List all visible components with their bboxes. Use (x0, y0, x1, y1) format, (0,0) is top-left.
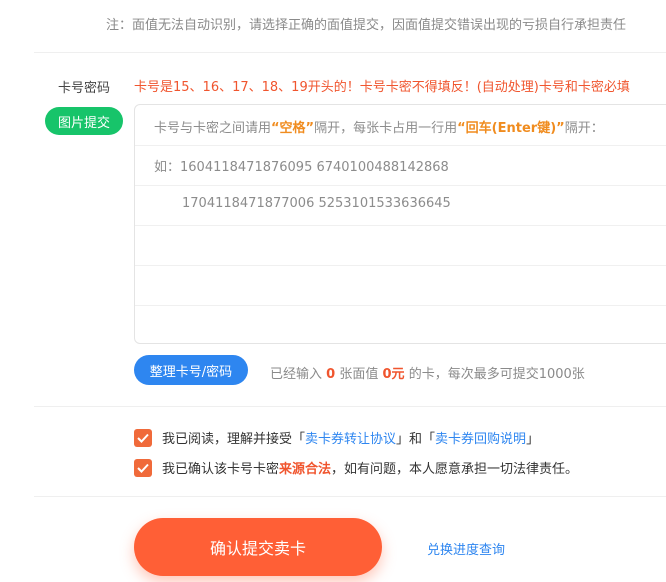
sort-cards-button[interactable]: 整理卡号/密码 (134, 355, 248, 385)
divider (34, 406, 666, 407)
agreement-row-2: 我已确认该卡号卡密来源合法，如有问题，本人愿意承担一切法律责任。 (134, 458, 578, 477)
image-submit-button[interactable]: 图片提交 (45, 107, 123, 135)
textarea-row-line (135, 225, 666, 226)
textarea-row-line (135, 145, 666, 146)
example-line-2: 1704118471877006 5253101533636645 (182, 196, 451, 211)
textarea-row-line (135, 265, 666, 266)
divider (34, 52, 666, 53)
card-password-label: 卡号密码 (58, 81, 111, 96)
card-warning-text: 卡号是15、16、17、18、19开头的！卡号卡密不得填反！(自动处理)卡号和卡… (134, 80, 630, 95)
card-input-textarea[interactable]: 卡号与卡密之间请用“空格”隔开，每张卡占用一行用“回车(Enter键)”隔开： … (134, 104, 666, 344)
agreement-checkbox-2[interactable] (134, 458, 152, 477)
agreement-row-1: 我已阅读，理解并接受「卖卡券转让协议」和「卖卡券回购说明」 (134, 428, 539, 447)
check-icon (137, 433, 149, 443)
agreement-text-1: 我已阅读，理解并接受「卖卡券转让协议」和「卖卡券回购说明」 (162, 432, 540, 447)
agreement-checkbox-1[interactable] (134, 428, 152, 447)
face-value-total: 0元 (382, 367, 405, 382)
exchange-progress-link[interactable]: 兑换进度查询 (427, 539, 505, 558)
notice-text: 注：面值无法自动识别，请选择正确的面值提交，因面值提交错误出现的亏损自行承担责任 (106, 18, 627, 33)
check-icon (137, 463, 149, 473)
example-line-1: 如：1604118471876095 6740100488142868 (154, 160, 449, 175)
confirm-submit-button[interactable]: 确认提交卖卡 (134, 518, 382, 576)
textarea-row-line (135, 185, 666, 186)
agreement-text-2: 我已确认该卡号卡密来源合法，如有问题，本人愿意承担一切法律责任。 (162, 462, 579, 477)
divider (34, 496, 666, 497)
input-format-hint: 卡号与卡密之间请用“空格”隔开，每张卡占用一行用“回车(Enter键)”隔开： (154, 121, 604, 136)
card-count-text: 已经输入 0 张面值 0元 的卡，每次最多可提交1000张 (270, 367, 585, 382)
textarea-row-line (135, 305, 666, 306)
transfer-agreement-link[interactable]: 卖卡券转让协议 (305, 432, 396, 447)
buyback-description-link[interactable]: 卖卡券回购说明 (435, 432, 526, 447)
card-count-number: 0 (326, 367, 336, 382)
